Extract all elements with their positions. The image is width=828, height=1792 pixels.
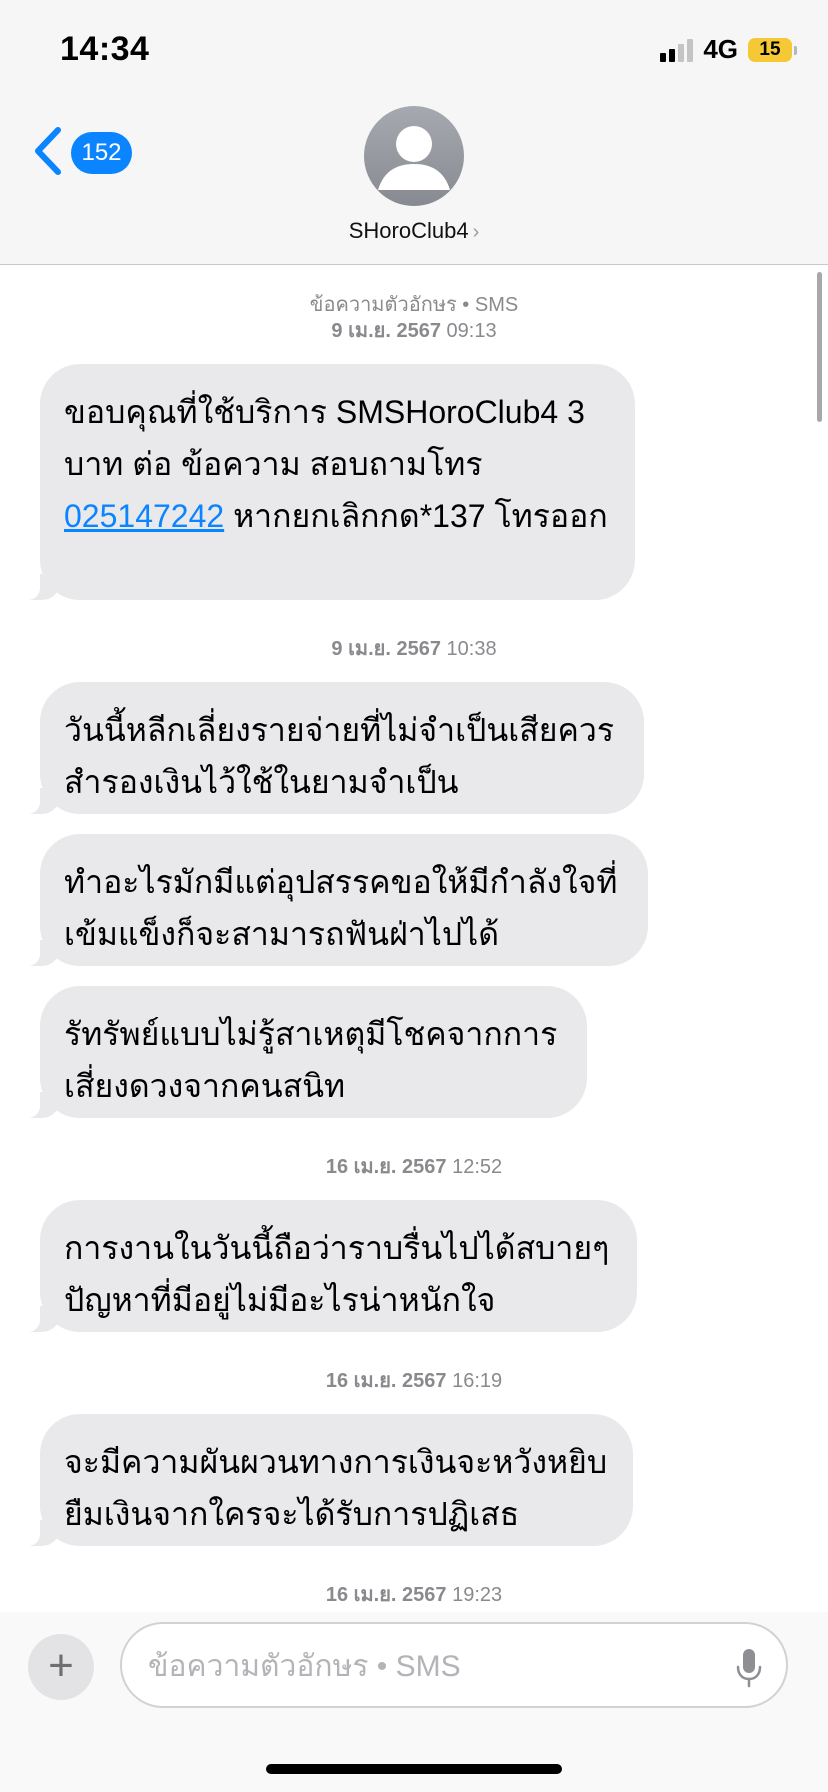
message-input[interactable]	[146, 1642, 710, 1692]
timestamp-time: 19:23	[452, 1584, 503, 1606]
message-bubble[interactable]: ทำอะไรมักมีแต่อุปสรรคขอให้มีกำลังใจที่เข…	[26, 834, 648, 966]
message-bubble[interactable]: รัทรัพย์แบบไม่รู้สาเหตุมีโชคจากการเสี่ยง…	[26, 986, 587, 1118]
back-chevron-icon[interactable]	[30, 126, 70, 176]
message-bubble[interactable]: วันนี้หลีกเลี่ยงรายจ่ายที่ไม่จำเป็นเสียค…	[26, 682, 644, 814]
battery-icon: 15	[748, 37, 797, 62]
timestamp: 16 เม.ย. 2567 16:19	[0, 1368, 828, 1394]
message-composer: +	[0, 1612, 828, 1792]
timestamp-time: 10:38	[446, 638, 497, 660]
status-time: 14:34	[60, 30, 150, 68]
signal-icon	[660, 38, 694, 62]
contact-avatar-icon[interactable]	[364, 106, 464, 206]
timestamp: 9 เม.ย. 2567 10:38	[0, 636, 828, 662]
message-text: รัทรัพย์แบบไม่รู้สาเหตุมีโชคจากการเสี่ยง…	[64, 1016, 558, 1104]
service-label: ข้อความตัวอักษร • SMS	[309, 294, 519, 316]
message-bubble[interactable]: ขอบคุณที่ใช้บริการ SMSHoroClub4 3 บาท ต่…	[26, 364, 635, 600]
contact-name-button[interactable]: SHoroClub4 ›	[0, 218, 828, 244]
message-input-field[interactable]	[120, 1622, 788, 1708]
message-text: ขอบคุณที่ใช้บริการ SMSHoroClub4 3 บาท ต่…	[64, 394, 585, 482]
home-indicator	[266, 1764, 562, 1774]
message-bubble[interactable]: จะมีความผันผวนทางการเงินจะหวังหยิบยืมเงิ…	[26, 1414, 633, 1546]
status-indicators: 4G 15	[660, 34, 797, 65]
timestamp-time: 09:13	[446, 320, 497, 342]
timestamp-date: 9 เม.ย. 2567	[331, 638, 441, 660]
timestamp-date: 16 เม.ย. 2567	[325, 1370, 447, 1392]
microphone-icon[interactable]	[736, 1648, 762, 1688]
network-type: 4G	[703, 34, 738, 64]
back-unread-count[interactable]: 152	[71, 132, 132, 174]
timestamp: 16 เม.ย. 2567 19:23	[0, 1582, 828, 1608]
timestamp-date: 16 เม.ย. 2567	[325, 1156, 447, 1178]
battery-level: 15	[759, 38, 781, 60]
message-text: การงานในวันนี้ถือว่าราบรื่นไปได้สบายๆปัญ…	[64, 1230, 610, 1318]
battery-tip	[794, 45, 797, 55]
timestamp-date: 16 เม.ย. 2567	[325, 1584, 447, 1606]
plus-icon[interactable]: +	[28, 1634, 94, 1700]
timestamp: 16 เม.ย. 2567 12:52	[0, 1154, 828, 1180]
message-text: วันนี้หลีกเลี่ยงรายจ่ายที่ไม่จำเป็นเสียค…	[64, 712, 614, 800]
message-text: หากยกเลิกกด*137 โทรออก	[224, 498, 608, 534]
contact-name: SHoroClub4	[348, 218, 469, 243]
message-text: จะมีความผันผวนทางการเงินจะหวังหยิบยืมเงิ…	[64, 1444, 608, 1532]
message-text: ทำอะไรมักมีแต่อุปสรรคขอให้มีกำลังใจที่เข…	[64, 864, 618, 952]
timestamp-time: 16:19	[452, 1370, 503, 1392]
phone-number-link[interactable]: 025147242	[64, 498, 224, 534]
message-bubble[interactable]: การงานในวันนี้ถือว่าราบรื่นไปได้สบายๆปัญ…	[26, 1200, 637, 1332]
timestamp: 9 เม.ย. 2567 09:13	[0, 318, 828, 344]
chevron-right-icon: ›	[472, 221, 480, 243]
timestamp-date: 9 เม.ย. 2567	[331, 320, 441, 342]
conversation-header: 14:34 4G 15 152 SHoroClub4 ›	[0, 0, 828, 265]
timestamp-time: 12:52	[452, 1156, 503, 1178]
